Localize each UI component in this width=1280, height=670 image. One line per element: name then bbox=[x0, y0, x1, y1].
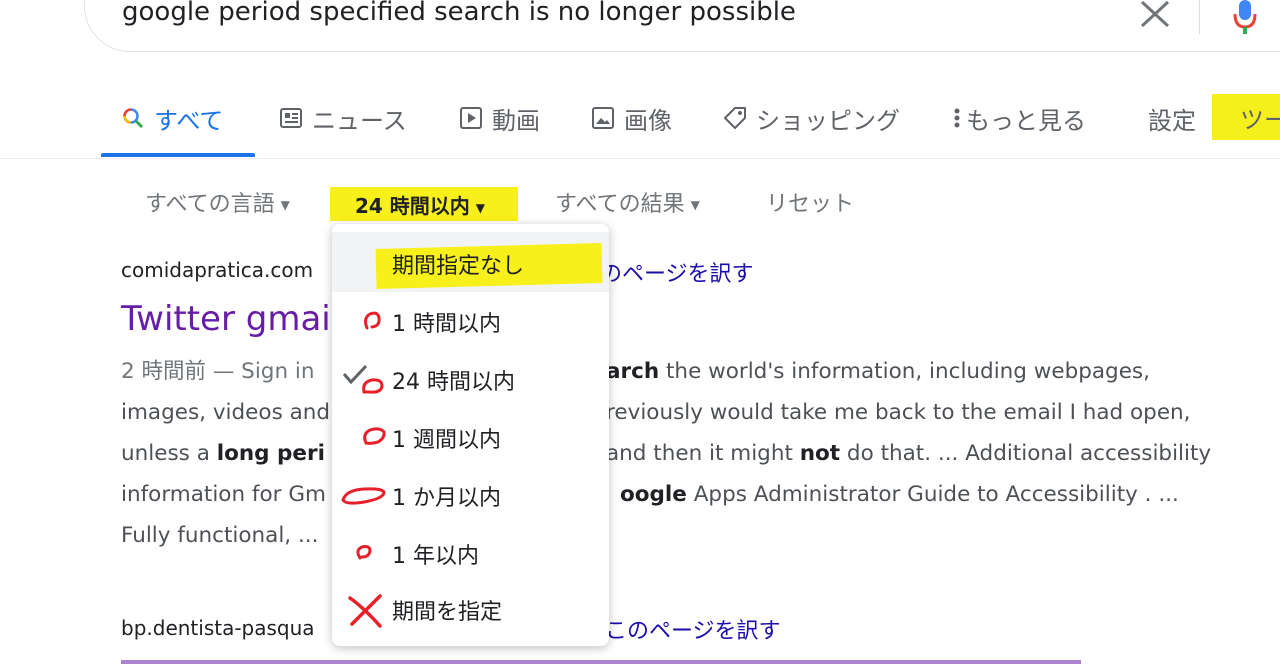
menu-item-past-week[interactable]: 1 週間以内 bbox=[332, 412, 609, 462]
tab-label: 画像 bbox=[624, 106, 672, 135]
video-icon bbox=[458, 105, 484, 131]
result-snippet-line: 2 時間前 — Sign in bbox=[121, 359, 315, 384]
tab-label: 動画 bbox=[492, 106, 540, 135]
tab-news[interactable]: ニュース bbox=[278, 96, 407, 140]
tab-label: 設定 bbox=[1148, 106, 1196, 135]
result-snippet-line: unless a long peri bbox=[121, 441, 325, 466]
more-vert-icon bbox=[950, 105, 964, 131]
results-filter[interactable]: すべての結果 ▼ bbox=[555, 186, 700, 218]
time-filter-menu: 期間指定なし 1 時間以内 24 時間以内 1 週間以内 1 か月以内 1 年以… bbox=[332, 224, 609, 646]
red-circle-annotation-icon bbox=[363, 427, 386, 445]
tab-more[interactable]: もっと見る bbox=[950, 96, 1086, 140]
tab-label: ニュース bbox=[312, 106, 407, 135]
language-filter-label: すべての言語 bbox=[145, 192, 275, 217]
tab-label: もっと見る bbox=[966, 106, 1086, 135]
result-title-partial[interactable] bbox=[121, 660, 1081, 670]
search-box-divider bbox=[1199, 0, 1200, 34]
menu-item-custom-range[interactable]: 期間を指定 bbox=[332, 584, 609, 634]
result-snippet-line: reviously would take me back to the emai… bbox=[606, 400, 1191, 425]
menu-item-past-hour[interactable]: 1 時間以内 bbox=[332, 296, 609, 346]
menu-item-past-month[interactable]: 1 か月以内 bbox=[332, 470, 609, 520]
search-input[interactable]: google period specified search is no lon… bbox=[122, 0, 796, 27]
result-snippet-line: Fully functional, ... bbox=[121, 523, 319, 548]
result-snippet-line: images, videos and bbox=[121, 400, 331, 425]
result-url[interactable]: comidapratica.com bbox=[121, 258, 313, 282]
red-circle-annotation-icon bbox=[341, 487, 386, 505]
tab-images[interactable]: 画像 bbox=[590, 96, 672, 140]
tab-tools[interactable]: ツー bbox=[1240, 100, 1280, 135]
red-circle-annotation-icon bbox=[364, 311, 381, 330]
tabs-divider bbox=[0, 158, 1280, 159]
language-filter[interactable]: すべての言語 ▼ bbox=[145, 186, 290, 218]
result-snippet-line: arch the world's information, including … bbox=[606, 359, 1150, 384]
red-circle-annotation-icon bbox=[356, 545, 372, 560]
search-icon bbox=[120, 105, 146, 131]
result-title[interactable]: Twitter gmail bbox=[121, 299, 340, 339]
tab-all[interactable]: すべて bbox=[120, 96, 223, 140]
tag-icon bbox=[722, 105, 748, 131]
result-snippet-line: information for Gm bbox=[121, 482, 326, 507]
red-cross-annotation-icon bbox=[348, 594, 382, 628]
result-snippet-line: oogle Apps Administrator Guide to Access… bbox=[620, 482, 1179, 507]
caret-down-icon: ▼ bbox=[280, 198, 290, 212]
caret-down-icon: ▼ bbox=[690, 198, 700, 212]
menu-item-past-24h[interactable]: 24 時間以内 bbox=[332, 354, 609, 404]
tab-shopping[interactable]: ショッピング bbox=[722, 96, 900, 140]
menu-item-any-time[interactable]: 期間指定なし bbox=[332, 232, 609, 292]
mic-icon[interactable] bbox=[1228, 0, 1262, 34]
close-icon[interactable] bbox=[1138, 0, 1172, 28]
tab-videos[interactable]: 動画 bbox=[458, 96, 540, 140]
tab-label: ショッピング bbox=[756, 106, 900, 135]
image-icon bbox=[590, 105, 616, 131]
time-filter-label: 24 時間以内 bbox=[355, 194, 470, 218]
reset-link[interactable]: リセット bbox=[766, 186, 854, 218]
time-filter[interactable]: 24 時間以内 ▼ bbox=[355, 190, 485, 219]
translate-link[interactable]: のページを訳す bbox=[600, 256, 754, 288]
result-snippet-line: and then it might not do that. ... Addit… bbox=[606, 441, 1212, 466]
tab-label: すべて bbox=[154, 106, 224, 135]
results-filter-label: すべての結果 bbox=[555, 192, 685, 217]
red-circle-annotation-icon bbox=[362, 378, 384, 394]
menu-item-past-year[interactable]: 1 年以内 bbox=[332, 528, 609, 578]
news-icon bbox=[278, 105, 304, 131]
tab-settings[interactable]: 設定 bbox=[1148, 96, 1196, 140]
result-url[interactable]: bp.dentista-pasqua bbox=[121, 616, 315, 640]
active-tab-indicator bbox=[101, 153, 255, 157]
translate-link[interactable]: このページを訳す bbox=[605, 613, 781, 645]
caret-down-icon: ▼ bbox=[475, 200, 486, 215]
